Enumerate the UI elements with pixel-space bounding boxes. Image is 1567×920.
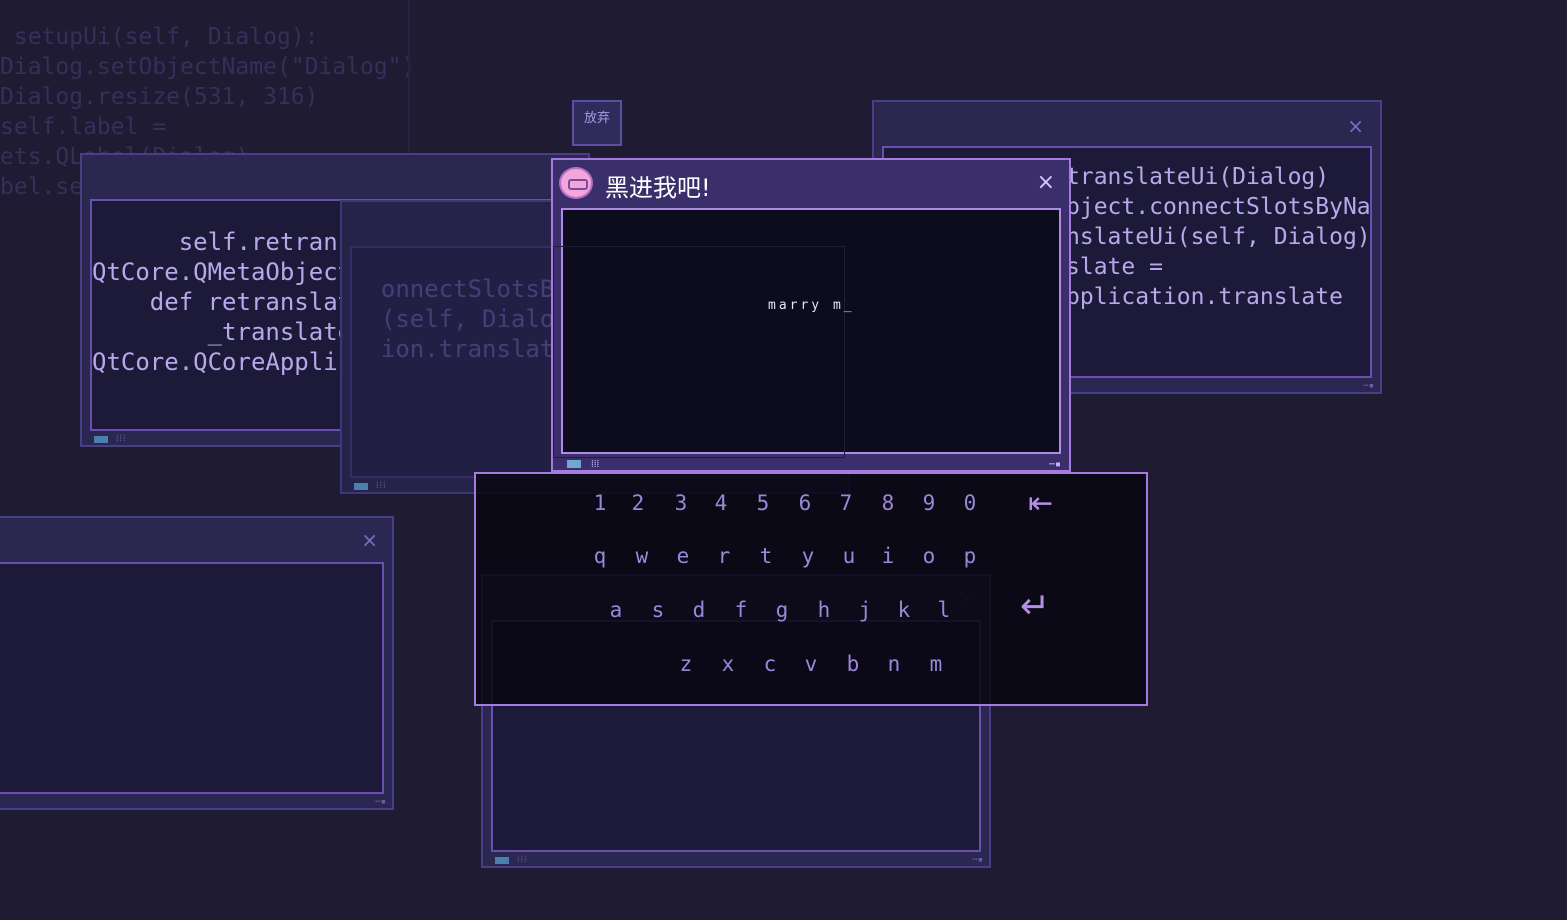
window-footer-dots: ⁞⁞⁞ (116, 434, 127, 444)
window-footer-dots: ⁞⁞⁞ (517, 855, 528, 865)
typed-text: marry m_ (768, 298, 855, 313)
key-u[interactable]: u (834, 544, 864, 568)
key-s[interactable]: s (643, 598, 673, 622)
key-q[interactable]: q (585, 544, 615, 568)
close-icon[interactable]: × (1347, 114, 1364, 138)
window-footer-dots: ⋯▪ (375, 797, 386, 807)
key-v[interactable]: v (796, 652, 826, 676)
window-status-indicator (354, 483, 368, 490)
key-0[interactable]: 0 (955, 491, 985, 515)
terminal-screen[interactable]: marry m_ (553, 208, 1061, 458)
code-line: QtCore.QMetaObject. (92, 258, 367, 286)
key-9[interactable]: 9 (914, 491, 944, 515)
key-y[interactable]: y (793, 544, 823, 568)
bg-code-line: Dialog.resize(531, 316) (0, 84, 319, 110)
key-8[interactable]: 8 (873, 491, 903, 515)
key-o[interactable]: o (914, 544, 944, 568)
key-2[interactable]: 2 (623, 491, 653, 515)
key-j[interactable]: j (850, 598, 880, 622)
window-titlebar[interactable] (874, 102, 1380, 144)
key-c[interactable]: c (755, 652, 785, 676)
avatar-icon (559, 167, 593, 199)
window-left-bottom[interactable]: × ⋯▪ (0, 516, 394, 810)
window-status-indicator (94, 436, 108, 443)
ghost-window-outline (553, 246, 845, 458)
key-l[interactable]: l (929, 598, 959, 622)
key-f[interactable]: f (726, 598, 756, 622)
bg-code-line: self.label = (0, 114, 167, 140)
key-d[interactable]: d (684, 598, 714, 622)
bg-code-line: Dialog.setObjectName("Dialog") (0, 54, 416, 80)
window-titlebar[interactable] (82, 155, 588, 197)
code-line: QtCore.QCoreApplicat (92, 348, 381, 376)
code-line: def retranslateU (92, 288, 381, 316)
key-t[interactable]: t (751, 544, 781, 568)
key-x[interactable]: x (713, 652, 743, 676)
key-k[interactable]: k (889, 598, 919, 622)
key-3[interactable]: 3 (666, 491, 696, 515)
code-block: self.retransl QtCore.QMetaObject. def ret… (92, 201, 381, 429)
key-w[interactable]: w (627, 544, 657, 568)
enter-key-icon[interactable]: ↵ (1020, 586, 1050, 627)
key-r[interactable]: r (709, 544, 739, 568)
bg-code-line: setupUi(self, Dialog): (0, 24, 319, 50)
key-m[interactable]: m (921, 652, 951, 676)
window-footer-dots-right: ⋯▪ (972, 855, 983, 865)
window-status-indicator (567, 460, 581, 468)
key-n[interactable]: n (879, 652, 909, 676)
key-7[interactable]: 7 (831, 491, 861, 515)
main-window-title: 黑进我吧! (605, 174, 711, 202)
key-g[interactable]: g (767, 598, 797, 622)
window-content (0, 562, 384, 794)
window-footer-dots: ⁞⁞⁞ (591, 459, 600, 470)
code-line: self.retransl (92, 228, 367, 256)
window-footer-dots-right: ⋯▪ (1048, 459, 1061, 470)
key-z[interactable]: z (671, 652, 701, 676)
key-a[interactable]: a (601, 598, 631, 622)
main-hack-window[interactable]: 黑进我吧! × marry m_ ⁞⁞⁞ ⋯▪ (551, 158, 1071, 472)
key-4[interactable]: 4 (706, 491, 736, 515)
window-footer-dots: ⁞⁞⁞ (376, 481, 387, 491)
key-i[interactable]: i (873, 544, 903, 568)
key-p[interactable]: p (955, 544, 985, 568)
key-e[interactable]: e (668, 544, 698, 568)
backspace-key-icon[interactable]: ⇤ (1028, 486, 1053, 521)
key-1[interactable]: 1 (585, 491, 615, 515)
window-footer-dots: ⋯▪ (1363, 381, 1374, 391)
close-icon[interactable]: × (1037, 170, 1055, 195)
on-screen-keyboard: 1 2 3 4 5 6 7 8 9 0 ⇤ q w e r t y u i o … (474, 472, 1148, 706)
code-line: _translate = (92, 318, 381, 346)
background-divider (408, 0, 410, 165)
close-icon[interactable]: × (361, 528, 378, 552)
key-6[interactable]: 6 (790, 491, 820, 515)
key-b[interactable]: b (838, 652, 868, 676)
window-titlebar[interactable] (0, 518, 392, 560)
window-status-indicator (495, 857, 509, 864)
give-up-button[interactable]: 放弃 (572, 100, 622, 146)
key-h[interactable]: h (809, 598, 839, 622)
main-titlebar[interactable]: 黑进我吧! × (553, 160, 1069, 206)
key-5[interactable]: 5 (748, 491, 778, 515)
